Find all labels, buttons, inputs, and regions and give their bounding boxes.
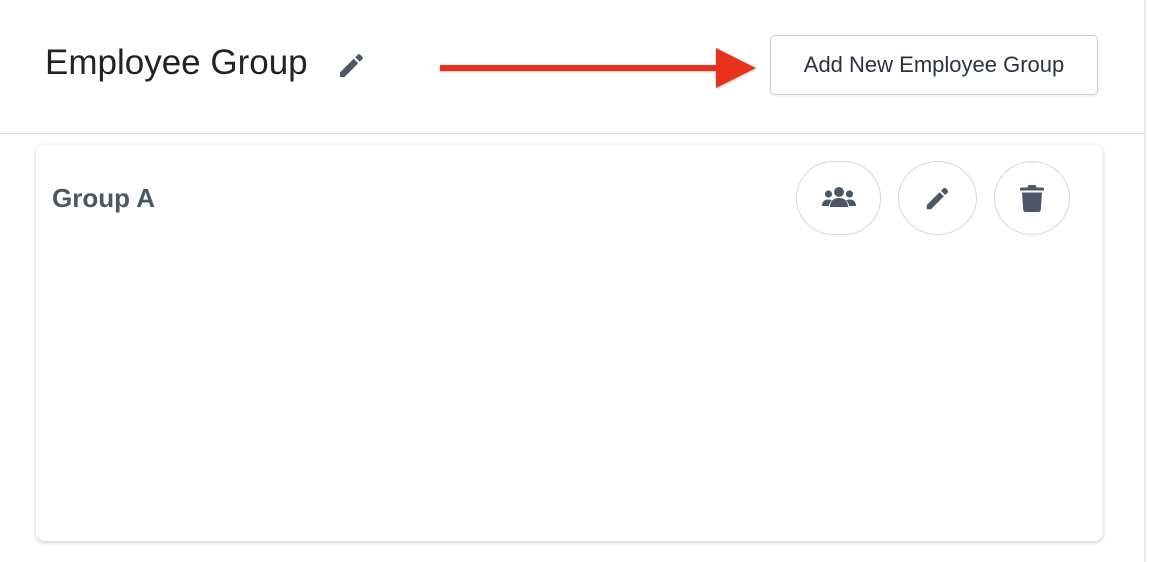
delete-group-button[interactable]: [994, 161, 1070, 235]
title-edit-icon[interactable]: [336, 49, 368, 81]
pencil-icon: [923, 183, 953, 213]
group-card: Group A: [36, 145, 1103, 541]
page-title: Employee Group: [45, 43, 308, 82]
trash-icon: [1020, 184, 1044, 212]
add-employee-group-button[interactable]: Add New Employee Group: [770, 35, 1098, 95]
annotation-arrow: [440, 48, 756, 88]
group-name: Group A: [52, 183, 156, 213]
panel-divider: [1144, 0, 1146, 562]
users-icon: [821, 185, 857, 211]
page-header: Employee Group Add New Employee Group: [0, 0, 1144, 134]
employee-group-page: Employee Group Add New Employee Group Gr…: [0, 0, 1149, 562]
edit-group-button[interactable]: [898, 161, 977, 235]
group-members-button[interactable]: [796, 161, 881, 235]
